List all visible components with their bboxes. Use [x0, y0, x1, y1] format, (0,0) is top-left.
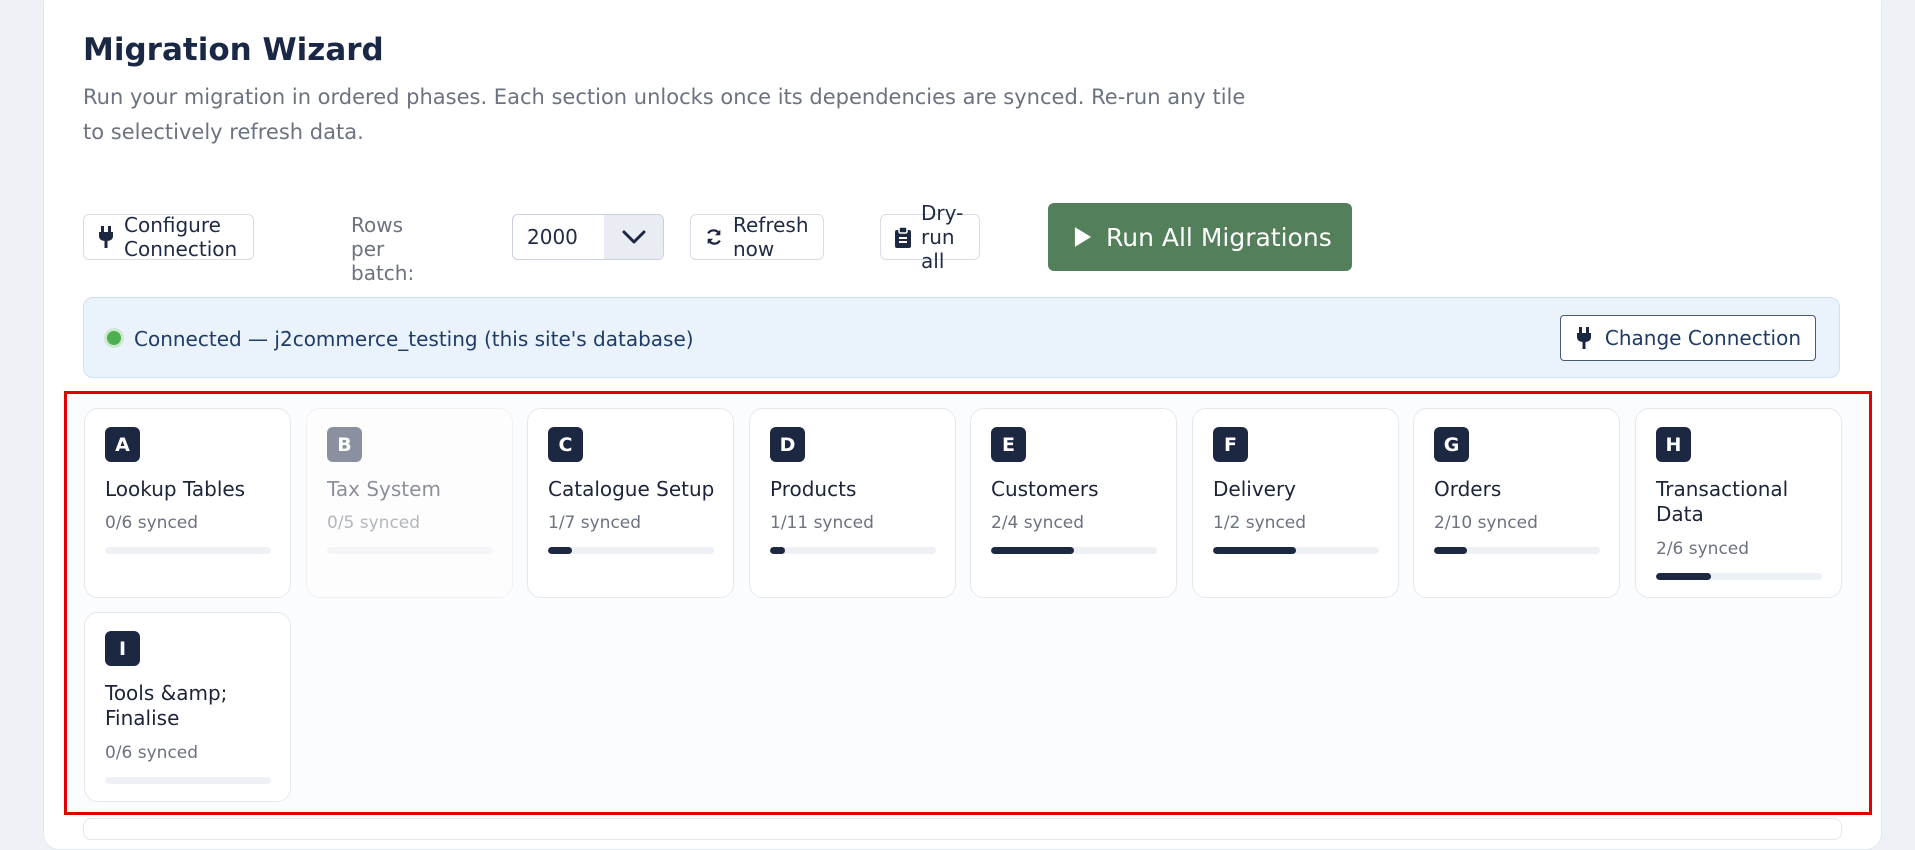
- tile-letter-badge: G: [1434, 427, 1469, 462]
- tile-lookup-tables[interactable]: A Lookup Tables 0/6 synced: [84, 408, 291, 598]
- refresh-icon: [705, 226, 723, 248]
- connection-status-bar: Connected — j2commerce_testing (this sit…: [83, 297, 1840, 378]
- tile-sync-status: 1/7 synced: [548, 513, 642, 533]
- tile-progress-fill: [548, 547, 572, 554]
- tile-letter-badge: F: [1213, 427, 1248, 462]
- tile-progress-bar: [105, 547, 271, 554]
- tile-progress-bar: [991, 547, 1157, 554]
- tile-name: Delivery: [1213, 477, 1297, 501]
- dry-run-all-label: Dry-run all: [921, 201, 964, 273]
- refresh-now-label: Refresh now: [733, 213, 809, 261]
- tile-progress-bar: [548, 547, 714, 554]
- tile-sync-status: 2/10 synced: [1434, 513, 1538, 533]
- tile-name: Orders: [1434, 477, 1502, 501]
- tile-tools-finalise[interactable]: I Tools &amp; Finalise 0/6 synced: [84, 612, 291, 802]
- rows-per-batch-label: Rows per batch:: [351, 213, 415, 285]
- tile-progress-fill: [770, 547, 786, 554]
- migration-tiles-grid: A Lookup Tables 0/6 synced B Tax System …: [64, 391, 1872, 815]
- tile-letter-badge: A: [105, 427, 140, 462]
- run-all-migrations-button[interactable]: Run All Migrations: [1048, 203, 1352, 271]
- tile-delivery[interactable]: F Delivery 1/2 synced: [1192, 408, 1399, 598]
- tile-sync-status: 1/11 synced: [770, 513, 874, 533]
- plug-icon: [98, 226, 114, 248]
- configure-connection-label: Configure Connection: [124, 213, 238, 261]
- chevron-down-icon: [604, 215, 663, 259]
- next-section-card: [83, 818, 1842, 840]
- tile-progress-bar: [327, 547, 493, 554]
- tile-progress-fill: [1213, 547, 1296, 554]
- tile-sync-status: 1/2 synced: [1213, 513, 1307, 533]
- tile-sync-status: 0/5 synced: [327, 513, 421, 533]
- tile-progress-bar: [770, 547, 936, 554]
- tile-name: Tools &amp; Finalise: [105, 681, 228, 730]
- tile-sync-status: 0/6 synced: [105, 513, 199, 533]
- tile-progress-bar: [105, 777, 271, 784]
- tile-progress-fill: [1434, 547, 1468, 554]
- tile-letter-badge: E: [991, 427, 1026, 462]
- tile-name: Products: [770, 477, 857, 501]
- tile-progress-bar: [1213, 547, 1379, 554]
- tile-sync-status: 2/4 synced: [991, 513, 1085, 533]
- tile-tax-system[interactable]: B Tax System 0/5 synced: [306, 408, 513, 598]
- tile-orders[interactable]: G Orders 2/10 synced: [1413, 408, 1620, 598]
- rows-per-batch-value: 2000: [527, 225, 578, 249]
- tile-name: Transactional Data: [1656, 477, 1789, 526]
- tile-sync-status: 2/6 synced: [1656, 539, 1750, 559]
- tile-letter-badge: C: [548, 427, 583, 462]
- refresh-now-button[interactable]: Refresh now: [690, 213, 824, 261]
- tile-name: Tax System: [327, 477, 441, 501]
- plug-icon: [1575, 327, 1593, 349]
- tile-name: Lookup Tables: [105, 477, 246, 501]
- tile-letter-badge: H: [1656, 427, 1691, 462]
- tile-name: Customers: [991, 477, 1099, 501]
- tile-progress-bar: [1434, 547, 1600, 554]
- tile-letter-badge: I: [105, 631, 140, 666]
- run-all-migrations-label: Run All Migrations: [1106, 222, 1332, 252]
- play-icon: [1074, 226, 1092, 248]
- tile-progress-bar: [1656, 573, 1822, 580]
- rows-per-batch-select[interactable]: 2000: [512, 214, 664, 260]
- tile-name: Catalogue Setup: [548, 477, 715, 501]
- tile-catalogue-setup[interactable]: C Catalogue Setup 1/7 synced: [527, 408, 734, 598]
- connection-status-dot: [107, 331, 121, 345]
- connection-status-text: Connected — j2commerce_testing (this sit…: [134, 327, 694, 351]
- tile-letter-badge: B: [327, 427, 362, 462]
- tile-sync-status: 0/6 synced: [105, 743, 199, 763]
- change-connection-label: Change Connection: [1604, 326, 1801, 350]
- clipboard-icon: [895, 226, 911, 248]
- configure-connection-button[interactable]: Configure Connection: [83, 213, 255, 261]
- tile-letter-badge: D: [770, 427, 805, 462]
- tile-customers[interactable]: E Customers 2/4 synced: [970, 408, 1177, 598]
- tile-progress-fill: [991, 547, 1074, 554]
- dry-run-all-button[interactable]: Dry-run all: [880, 201, 981, 273]
- tile-progress-fill: [1656, 573, 1712, 580]
- page-title: Migration Wizard: [83, 32, 384, 68]
- page-subtitle: Run your migration in ordered phases. Ea…: [83, 85, 1246, 144]
- tile-products[interactable]: D Products 1/11 synced: [749, 408, 956, 598]
- tile-transactional-data[interactable]: H Transactional Data 2/6 synced: [1635, 408, 1842, 598]
- change-connection-button[interactable]: Change Connection: [1559, 315, 1816, 361]
